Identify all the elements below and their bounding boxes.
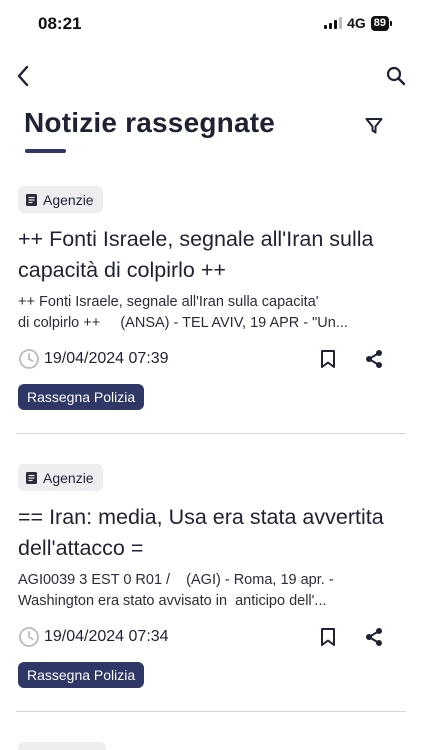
source-label: Agenzie [43, 469, 94, 486]
status-bar: 08:21 4G 89 [0, 0, 422, 46]
battery-icon: 89 [370, 15, 392, 31]
article-snippet: ++ Fonti Israele, segnale all'Iran sulla… [18, 292, 402, 334]
search-icon [386, 66, 406, 86]
clock-icon [19, 349, 39, 369]
network-type: 4G [347, 15, 366, 31]
back-button[interactable] [12, 62, 34, 90]
status-time: 08:21 [38, 14, 82, 33]
article-snippet: AGI0039 3 EST 0 R01 / (AGI) - Roma, 19 a… [18, 570, 402, 612]
share-icon [366, 628, 382, 646]
source-badge: Agenzie [18, 464, 103, 491]
clock-icon [19, 627, 39, 647]
article-title[interactable]: ++ Fonti Israele, segnale all'Iran sulla… [18, 224, 398, 286]
bookmark-icon [321, 628, 335, 646]
bookmark-icon [321, 350, 335, 368]
snippet-line: Washington era stato avvisato in anticip… [18, 593, 327, 609]
category-tag[interactable]: Rassegna Polizia [18, 662, 145, 688]
status-indicators: 4G 89 [324, 15, 392, 31]
snippet-line: ++ Fonti Israele, segnale all'Iran sulla… [18, 294, 323, 310]
title-underline [25, 149, 66, 153]
card-divider [16, 711, 406, 712]
source-badge-partial [18, 742, 106, 750]
article-datetime: 19/04/2024 07:34 [44, 628, 169, 645]
signal-icon [324, 17, 343, 29]
article-datetime: 19/04/2024 07:39 [44, 350, 169, 367]
top-bar [0, 56, 422, 96]
snippet-line: AGI0039 3 EST 0 R01 / (AGI) - Roma, 19 a… [18, 572, 338, 588]
search-button[interactable] [384, 62, 408, 90]
news-card[interactable]: Agenzie ++ Fonti Israele, segnale all'Ir… [0, 186, 422, 464]
article-meta: 19/04/2024 07:39 [18, 346, 388, 372]
source-badge: Agenzie [18, 186, 103, 213]
category-tag[interactable]: Rassegna Polizia [18, 384, 145, 410]
news-feed: Agenzie ++ Fonti Israele, segnale all'Ir… [0, 186, 422, 742]
page-title: Notizie rassegnate [24, 107, 276, 138]
share-button[interactable] [362, 625, 386, 649]
filter-button[interactable] [362, 115, 386, 137]
share-icon [366, 350, 382, 368]
chevron-left-icon [17, 65, 29, 87]
news-card[interactable]: Agenzie == Iran: media, Usa era stata av… [0, 464, 422, 742]
bookmark-button[interactable] [317, 347, 339, 371]
document-icon [26, 193, 37, 206]
snippet-line: di colpirlo ++ (ANSA) - TEL AVIV, 19 APR… [18, 315, 348, 331]
document-icon [26, 471, 37, 484]
battery-level: 89 [370, 15, 389, 31]
share-button[interactable] [362, 347, 386, 371]
source-label: Agenzie [43, 191, 94, 208]
article-title[interactable]: == Iran: media, Usa era stata avvertita … [18, 502, 398, 564]
filter-icon [365, 118, 383, 134]
card-divider [16, 433, 406, 434]
article-meta: 19/04/2024 07:34 [18, 624, 388, 650]
bookmark-button[interactable] [317, 625, 339, 649]
